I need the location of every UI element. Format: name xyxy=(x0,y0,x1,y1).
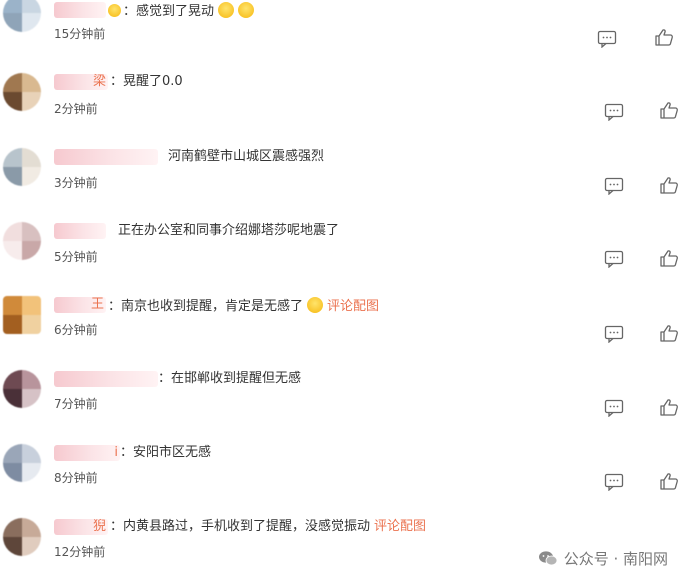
comment-time: 7分钟前 xyxy=(54,397,98,411)
comment-icon[interactable] xyxy=(604,399,624,417)
avatar[interactable] xyxy=(3,370,41,408)
username-blurred[interactable] xyxy=(54,371,158,387)
comment-text: ：内黄县路过，手机收到了提醒，没感觉振动 评论配图 xyxy=(110,519,427,534)
comment-item: ：在邯郸收到提醒但无感 7分钟前 xyxy=(0,366,680,422)
laugh-emoji-icon xyxy=(238,2,255,18)
thumbs-up-icon[interactable] xyxy=(654,28,674,46)
comment-icon[interactable] xyxy=(604,103,624,121)
avatar[interactable] xyxy=(3,518,41,556)
comment-image-link[interactable]: 评论配图 xyxy=(327,299,379,314)
comment-image-link[interactable]: 评论配图 xyxy=(374,519,426,534)
username-blurred[interactable]: i xyxy=(54,445,120,461)
comment-item: 河南鹤壁市山城区震感强烈 3分钟前 xyxy=(0,144,680,200)
comment-icon[interactable] xyxy=(604,177,624,195)
avatar[interactable] xyxy=(3,222,41,260)
watermark-text: 公众号 · 南阳网 xyxy=(563,550,668,568)
comment-time: 5分钟前 xyxy=(54,250,98,264)
thumbs-up-icon[interactable] xyxy=(659,249,679,267)
comment-icon[interactable] xyxy=(604,325,624,343)
thumbs-up-icon[interactable] xyxy=(659,101,679,119)
comment-text: ：南京也收到提醒，肯定是无感了 评论配图 xyxy=(108,297,380,314)
username-blurred[interactable] xyxy=(54,149,158,165)
comment-item: 梁 ：晃醒了0.0 2分钟前 xyxy=(0,70,680,126)
comment-time: 3分钟前 xyxy=(54,176,98,190)
comment-time: 2分钟前 xyxy=(54,102,98,116)
comment-item: ：感觉到了晃动 15分钟前 xyxy=(0,0,680,48)
comment-time: 8分钟前 xyxy=(54,471,98,485)
username-blurred[interactable] xyxy=(54,223,106,239)
avatar[interactable] xyxy=(3,296,41,334)
comment-text: 正在办公室和同事介绍娜塔莎呢地震了 xyxy=(118,223,340,238)
comment-text: 河南鹤壁市山城区震感强烈 xyxy=(168,149,325,164)
avatar[interactable] xyxy=(3,0,41,32)
comment-time: 15分钟前 xyxy=(54,27,106,41)
comment-text: ：安阳市区无感 xyxy=(120,445,212,460)
comment-item: i ：安阳市区无感 8分钟前 xyxy=(0,440,680,496)
avatar[interactable] xyxy=(3,73,41,111)
emoji-icon xyxy=(108,4,121,17)
avatar[interactable] xyxy=(3,444,41,482)
comment-text: ：感觉到了晃动 xyxy=(108,2,255,20)
comment-icon[interactable] xyxy=(604,473,624,491)
username-blurred[interactable]: 梁 xyxy=(54,74,108,90)
comment-time: 12分钟前 xyxy=(54,545,106,559)
laugh-emoji-icon xyxy=(218,2,235,18)
thumbs-up-icon[interactable] xyxy=(659,324,679,342)
wechat-icon xyxy=(538,551,558,566)
comment-time: 6分钟前 xyxy=(54,323,98,337)
username-blurred[interactable] xyxy=(54,2,106,18)
comment-icon[interactable] xyxy=(604,250,624,268)
comment-item: 正在办公室和同事介绍娜塔莎呢地震了 5分钟前 xyxy=(0,218,680,274)
comment-icon[interactable] xyxy=(597,30,617,48)
username-blurred[interactable]: 王 xyxy=(54,297,106,313)
thumbs-up-icon[interactable] xyxy=(659,176,679,194)
comment-item: 王 ：南京也收到提醒，肯定是无感了 评论配图 6分钟前 xyxy=(0,292,680,348)
comment-text: ：晃醒了0.0 xyxy=(110,74,183,89)
username-blurred[interactable]: 猊 xyxy=(54,519,108,535)
thumbs-up-icon[interactable] xyxy=(659,398,679,416)
thumbs-up-icon[interactable] xyxy=(659,472,679,490)
watermark: 公众号 · 南阳网 xyxy=(538,548,668,569)
avatar[interactable] xyxy=(3,148,41,186)
smile-emoji-icon xyxy=(307,297,324,313)
comment-text: ：在邯郸收到提醒但无感 xyxy=(158,371,302,386)
